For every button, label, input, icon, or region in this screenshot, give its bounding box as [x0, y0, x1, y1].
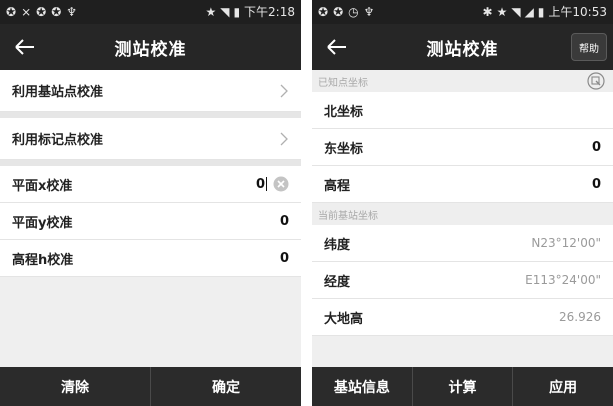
battery-icon: ▮	[537, 5, 545, 19]
usb-icon: ♆	[363, 5, 375, 19]
clear-input-icon[interactable]	[273, 176, 289, 192]
wifi-icon: ◥	[511, 5, 521, 19]
left-screen: ✪ ⨯ ✪ ✪ ♆ ★ ◥ ▮ 下午2:18 测站校准 利用基站点校准 利用标记…	[0, 0, 301, 406]
chevron-right-icon	[280, 84, 288, 97]
page-title: 测站校准	[426, 39, 499, 60]
easting-input[interactable]: 0	[592, 140, 601, 155]
field-row-ellipsoid-height: 大地高 26.926	[312, 299, 613, 336]
plane-y-input[interactable]: 0	[280, 214, 289, 229]
elevation-input[interactable]: 0	[592, 177, 601, 192]
field-label: 经度	[324, 274, 351, 290]
chevron-right-icon	[280, 132, 288, 145]
calculate-button[interactable]: 计算	[413, 367, 514, 406]
right-screen: ✪ ✪ ◷ ♆ ✱ ★ ◥ ◢ ▮ 上午10:53 测站校准 帮助 已知点坐标 …	[312, 0, 613, 406]
nav-item-marker-calibration[interactable]: 利用标记点校准	[0, 118, 301, 160]
title-bar: 测站校准 帮助	[312, 24, 613, 70]
nav-item-label: 利用基站点校准	[12, 85, 104, 100]
battery-icon: ▮	[233, 5, 241, 19]
field-label: 东坐标	[324, 141, 364, 157]
field-label: 平面y校准	[12, 215, 73, 231]
base-info-button[interactable]: 基站信息	[312, 367, 413, 406]
bottom-action-bar: 清除 确定	[0, 367, 301, 406]
field-label: 平面x校准	[12, 178, 73, 194]
latitude-value: N23°12'00"	[531, 236, 601, 250]
field-row-plane-x[interactable]: 平面x校准 0	[0, 166, 301, 203]
bluetooth-star-icon: ★	[205, 5, 217, 19]
sync-icon: ✪	[6, 5, 17, 19]
star-icon: ★	[496, 5, 508, 19]
status-time: 下午2:18	[244, 5, 295, 19]
section-header-current-base: 当前基站坐标	[312, 203, 613, 225]
usb-icon: ♆	[66, 5, 78, 19]
notification-icons: ✪ ⨯ ✪ ✪ ♆	[6, 6, 77, 18]
field-label: 大地高	[324, 311, 364, 327]
sync-icon: ✪	[333, 5, 344, 19]
nav-item-base-station-calibration[interactable]: 利用基站点校准	[0, 70, 301, 112]
back-arrow-icon[interactable]	[10, 32, 40, 62]
confirm-button[interactable]: 确定	[151, 367, 301, 406]
wifi-icon: ◥	[220, 5, 230, 19]
field-row-northing[interactable]: 北坐标	[312, 92, 613, 129]
status-time: 上午10:53	[548, 5, 607, 19]
field-row-longitude: 经度 E113°24'00"	[312, 262, 613, 299]
plane-x-input[interactable]: 0	[256, 177, 267, 192]
sync-icon: ✪	[36, 5, 47, 19]
sync-icon: ✪	[318, 5, 329, 19]
field-row-latitude: 纬度 N23°12'00"	[312, 225, 613, 262]
field-label: 高程h校准	[12, 252, 74, 268]
field-row-elevation[interactable]: 高程 0	[312, 166, 613, 203]
field-row-easting[interactable]: 东坐标 0	[312, 129, 613, 166]
elevation-h-input[interactable]: 0	[280, 251, 289, 266]
status-bar: ✪ ✪ ◷ ♆ ✱ ★ ◥ ◢ ▮ 上午10:53	[312, 0, 613, 24]
import-point-icon[interactable]	[587, 72, 605, 90]
field-label: 北坐标	[324, 104, 364, 120]
mute-icon: ⨯	[21, 5, 32, 19]
help-button[interactable]: 帮助	[571, 33, 607, 61]
bottom-action-bar: 基站信息 计算 应用	[312, 367, 613, 406]
signal-icon: ◢	[524, 5, 534, 19]
field-label: 高程	[324, 178, 351, 194]
status-bar: ✪ ⨯ ✪ ✪ ♆ ★ ◥ ▮ 下午2:18	[0, 0, 301, 24]
nav-item-label: 利用标记点校准	[12, 133, 104, 148]
apply-button[interactable]: 应用	[513, 367, 613, 406]
field-label: 纬度	[324, 237, 351, 253]
page-title: 测站校准	[114, 39, 187, 60]
text-cursor	[266, 177, 267, 191]
section-header-known-point: 已知点坐标	[312, 70, 613, 92]
field-row-elevation-h[interactable]: 高程h校准 0	[0, 240, 301, 277]
clear-button[interactable]: 清除	[0, 367, 151, 406]
bluetooth-icon: ✱	[482, 5, 493, 19]
field-row-plane-y[interactable]: 平面y校准 0	[0, 203, 301, 240]
title-bar: 测站校准	[0, 24, 301, 70]
back-arrow-icon[interactable]	[322, 32, 352, 62]
clock-icon: ◷	[348, 5, 359, 19]
notification-icons: ✪ ✪ ◷ ♆	[318, 6, 374, 18]
ellipsoid-height-value: 26.926	[559, 310, 601, 324]
sync-icon: ✪	[51, 5, 62, 19]
longitude-value: E113°24'00"	[525, 273, 601, 287]
